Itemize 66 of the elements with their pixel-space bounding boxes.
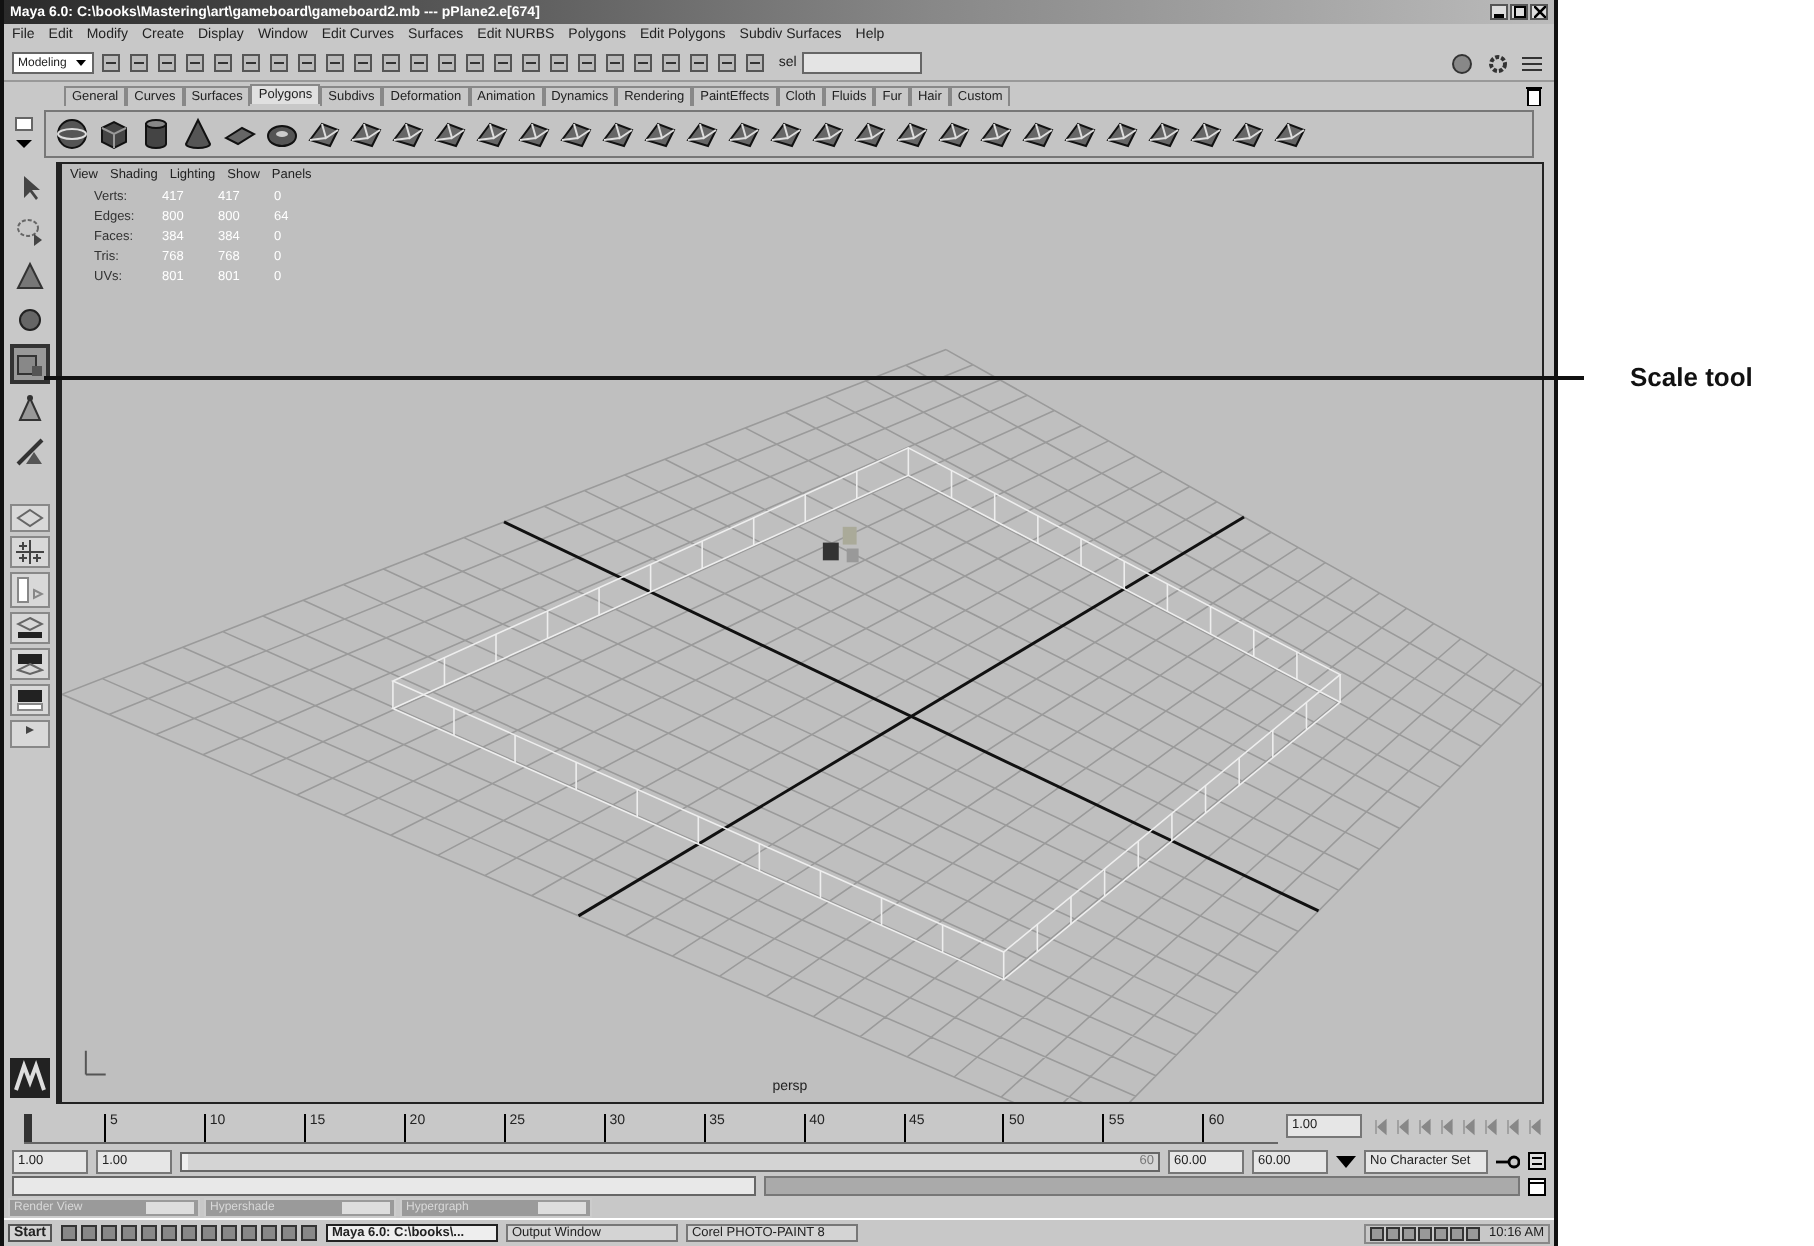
script-editor-icon[interactable] [1528, 1177, 1546, 1195]
toolbar-tool-icon[interactable] [408, 52, 431, 74]
caret-icon [74, 56, 89, 70]
layout-icon [16, 688, 44, 712]
toolbar-tool-icon[interactable] [352, 52, 375, 74]
command-line-field[interactable] [12, 1176, 756, 1196]
app-logo-icon [10, 1058, 50, 1098]
toolbar-tool-icon[interactable] [632, 52, 655, 74]
toolbar-tool-icon[interactable] [744, 52, 767, 74]
toolbar-tool-icon[interactable] [464, 52, 487, 74]
maximize-button[interactable] [1510, 4, 1528, 20]
selection-input-field[interactable] [802, 52, 923, 74]
toolbar-tool-icon[interactable] [128, 52, 151, 74]
callout-label: Scale tool [1630, 362, 1753, 392]
graph-layout-button[interactable] [10, 612, 50, 644]
toolbar-tool-icon[interactable] [240, 52, 263, 74]
toolbar-tool-icon[interactable] [716, 52, 739, 74]
hypershade-layout-button[interactable] [10, 648, 50, 680]
lasso-icon [14, 216, 46, 248]
game-pieces-drawing [822, 526, 859, 563]
key-icon[interactable] [1496, 1153, 1520, 1169]
cone-icon[interactable] [180, 116, 216, 152]
maximize-icon [1513, 6, 1525, 18]
layout-icon [16, 508, 44, 528]
toolbar-tool-icon[interactable] [184, 52, 207, 74]
cone-icon [14, 260, 46, 292]
single-pane-layout-button[interactable] [10, 504, 50, 532]
current-time-marker[interactable] [24, 1114, 32, 1142]
triangle-icon [14, 392, 46, 424]
arrow-icon [24, 724, 36, 736]
toolbar-tool-icon[interactable] [520, 52, 543, 74]
axis-indicator-icon [84, 1049, 107, 1076]
render-layout-button[interactable] [10, 684, 50, 716]
cube-icon[interactable] [96, 116, 132, 152]
trash-icon[interactable] [1526, 86, 1542, 106]
toolbar-tool-icon[interactable] [436, 52, 459, 74]
toolbar-tool-icon[interactable] [492, 52, 515, 74]
close-button[interactable] [1530, 4, 1548, 20]
toolbar-tool-icon[interactable] [268, 52, 291, 74]
toolbar-tool-icon[interactable] [156, 52, 179, 74]
layout-icon [16, 652, 44, 676]
close-icon [1533, 6, 1545, 18]
layout-icon [16, 616, 44, 640]
sphere-icon[interactable] [54, 116, 90, 152]
toolbar-tool-icon[interactable] [688, 52, 711, 74]
toolbar-tool-icon[interactable] [100, 52, 123, 74]
toolbar-tool-icon[interactable] [548, 52, 571, 74]
toolbar-tool-icon[interactable] [604, 52, 627, 74]
toolbar-tool-icon[interactable] [380, 52, 403, 74]
shelf-menu-icon[interactable] [12, 114, 36, 154]
toolbar-tool-icon[interactable] [324, 52, 347, 74]
toolbar-tool-icon[interactable] [296, 52, 319, 74]
layout-icon [16, 540, 44, 564]
four-pane-layout-button[interactable] [10, 536, 50, 568]
expand-arrow-button[interactable] [10, 720, 50, 748]
toolbar-tool-icon[interactable] [576, 52, 599, 74]
toolbar-tool-icon[interactable] [212, 52, 235, 74]
diagonal-line-icon [14, 436, 46, 468]
gear-icon[interactable] [1484, 51, 1512, 75]
sphere-icon [14, 304, 46, 336]
toolbar-tool-icon[interactable] [660, 52, 683, 74]
scale-tool-button[interactable] [10, 344, 50, 384]
layout-icon [16, 576, 44, 604]
minimize-button[interactable] [1490, 4, 1508, 20]
caret-icon[interactable] [1336, 1153, 1356, 1169]
preferences-icon[interactable] [1528, 1152, 1546, 1170]
